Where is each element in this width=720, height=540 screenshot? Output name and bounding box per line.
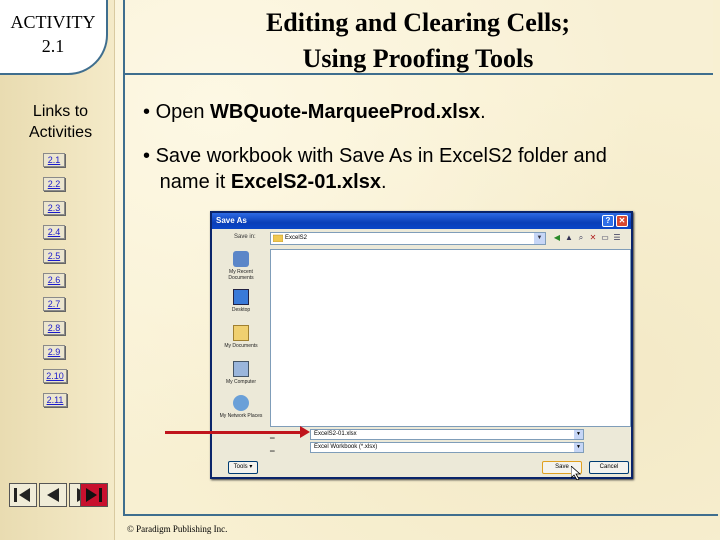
links-title: Links to Activities (8, 101, 113, 143)
file-list-area[interactable] (270, 249, 631, 427)
tools-label: Tools (233, 464, 248, 470)
link-activity-2-1[interactable]: 2.1 (43, 153, 65, 167)
link-activity-2-3[interactable]: 2.3 (43, 201, 65, 215)
place-label: Desktop (231, 307, 251, 313)
activity-line2: 2.1 (41, 36, 65, 56)
activity-line1: ACTIVITY (10, 12, 96, 32)
place-label: My Computer (225, 379, 256, 385)
save-as-type-label: ▁ (270, 446, 275, 452)
activity-label: ACTIVITY 2.1 (0, 0, 108, 75)
my-documents-icon (233, 325, 249, 341)
views-icon[interactable]: ☰ (612, 233, 622, 243)
bullet-2-end: . (380, 171, 387, 193)
places-bar: My Recent Documents Desktop My Documents… (216, 249, 266, 424)
save-in-value: ExcelS2 (285, 235, 308, 241)
delete-icon[interactable]: ✕ (588, 233, 598, 243)
link-activity-2-4[interactable]: 2.4 (43, 225, 65, 239)
link-activity-2-2[interactable]: 2.2 (43, 177, 65, 191)
links-title-line1: Links to (32, 103, 89, 120)
bullet-2-filename: ExcelS2-01.xlsx (230, 171, 381, 193)
chevron-down-icon: ▼ (534, 233, 545, 244)
bullet-1-filename: WBQuote-MarqueeProd.xlsx (210, 101, 481, 123)
page-title: Editing and Clearing Cells; Using Proofi… (123, 5, 713, 77)
pointer-arrow-head (300, 426, 310, 438)
place-label: My Recent Documents (228, 269, 254, 281)
bullet-2-text-line2: name it (159, 171, 231, 193)
save-in-label: Save in: (234, 234, 256, 240)
back-icon[interactable]: ◀ (552, 233, 562, 243)
place-recent-documents[interactable]: My Recent Documents (218, 251, 264, 281)
bullet-2-text: Save workbook with Save As in ExcelS2 fo… (155, 145, 607, 167)
place-my-documents[interactable]: My Documents (218, 325, 264, 349)
last-page-button[interactable] (80, 483, 108, 507)
link-activity-2-11[interactable]: 2.11 (43, 393, 67, 407)
help-icon[interactable]: ? (602, 215, 614, 227)
place-label: My Network Places (219, 413, 263, 419)
dialog-title-bar: Save As ? ✕ (212, 213, 631, 229)
bullet-1-end: . (480, 101, 486, 123)
save-in-dropdown[interactable]: ExcelS2 ▼ (270, 232, 546, 245)
link-activity-2-6[interactable]: 2.6 (43, 273, 65, 287)
last-page-icon (86, 488, 102, 502)
network-places-icon (233, 395, 249, 411)
save-as-type-dropdown[interactable]: Excel Workbook (*.xlsx) ▼ (310, 442, 584, 453)
link-activity-2-7[interactable]: 2.7 (43, 297, 65, 311)
page-title-line2: Using Proofing Tools (302, 44, 534, 73)
first-page-button[interactable] (9, 483, 37, 507)
first-page-icon (14, 488, 30, 502)
link-activity-2-5[interactable]: 2.5 (43, 249, 65, 263)
place-desktop[interactable]: Desktop (218, 289, 264, 313)
mouse-cursor-icon (571, 466, 581, 480)
save-as-type-value: Excel Workbook (*.xlsx) (314, 444, 378, 450)
bullet-1-text: Open (155, 101, 211, 123)
tools-button[interactable]: Tools ▾ (228, 461, 258, 474)
links-title-line2: Activities (28, 124, 93, 141)
copyright-text: © Paradigm Publishing Inc. (127, 524, 228, 534)
chevron-down-icon: ▼ (574, 430, 583, 439)
close-icon[interactable]: ✕ (616, 215, 628, 227)
previous-page-button[interactable] (39, 483, 67, 507)
pointer-arrow-line (165, 431, 305, 434)
link-activity-2-10[interactable]: 2.10 (43, 369, 67, 383)
sidebar (0, 0, 115, 540)
folder-icon (273, 234, 283, 242)
bullet-save-as: • Save workbook with Save As in ExcelS2 … (143, 145, 607, 193)
my-computer-icon (233, 361, 249, 377)
footer: © Paradigm Publishing Inc. (123, 514, 718, 540)
cancel-button[interactable]: Cancel (589, 461, 629, 474)
previous-page-icon (47, 488, 59, 502)
place-my-network-places[interactable]: My Network Places (218, 395, 264, 419)
place-my-computer[interactable]: My Computer (218, 361, 264, 385)
new-folder-icon[interactable]: ▭ (600, 233, 610, 243)
chevron-down-icon: ▼ (574, 443, 583, 452)
desktop-icon (233, 289, 249, 305)
link-activity-2-8[interactable]: 2.8 (43, 321, 65, 335)
file-name-value: ExcelS2-01.xlsx (314, 431, 357, 437)
bullet-open-file: • Open WBQuote-MarqueeProd.xlsx. (143, 101, 486, 123)
save-as-dialog: Save As ? ✕ Save in: ExcelS2 ▼ ◀ ▲ ⌕ ✕ ▭… (210, 211, 633, 479)
link-activity-2-9[interactable]: 2.9 (43, 345, 65, 359)
up-folder-icon[interactable]: ▲ (564, 233, 574, 243)
dialog-title: Save As (216, 216, 247, 225)
search-web-icon[interactable]: ⌕ (576, 233, 586, 243)
file-name-input[interactable]: ExcelS2-01.xlsx ▼ (310, 429, 584, 440)
place-label: My Documents (224, 343, 258, 349)
page-title-line1: Editing and Clearing Cells; (265, 8, 571, 37)
recent-documents-icon (233, 251, 249, 267)
